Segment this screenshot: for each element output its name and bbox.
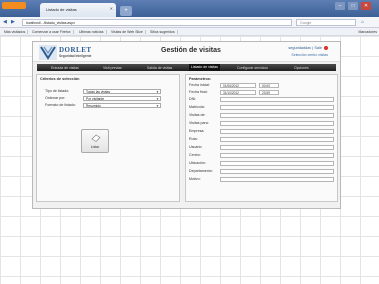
- dorlet-logo-icon: [39, 45, 57, 60]
- browser-tab[interactable]: Listado de visitas ✕: [40, 3, 116, 17]
- minimize-button[interactable]: –: [335, 2, 345, 10]
- tipo-listado-select[interactable]: Todas las visitas ▼: [83, 89, 161, 94]
- params-panel: Parámetros: Fecha inicial: 01/06/2012 00…: [185, 74, 338, 202]
- bookmark-item[interactable]: Más visitados: [2, 30, 29, 34]
- tipo-listado-label: Tipo de listado:: [45, 89, 70, 93]
- ordenar-label: Ordenar por:: [45, 96, 66, 100]
- ordenar-select[interactable]: Por visitante ▼: [83, 96, 161, 101]
- back-icon[interactable]: ◀: [3, 19, 7, 25]
- usuario-input[interactable]: [220, 145, 334, 150]
- motivo-label: Motivo:: [189, 177, 201, 181]
- address-bar: ◀ ▶ localhost/.../listado_visitas.aspx G…: [0, 17, 379, 28]
- main-menu: Entrada de visitas Visit previas Salida …: [37, 64, 336, 71]
- visitas-de-label: Visitas de:: [189, 113, 206, 117]
- chevron-down-icon: ▼: [156, 90, 159, 94]
- home-icon[interactable]: ⌂: [361, 19, 364, 25]
- ubicacion-label: Ubicación:: [189, 161, 206, 165]
- chevron-down-icon: ▼: [156, 97, 159, 101]
- formato-select[interactable]: Resumido ▼: [83, 103, 161, 108]
- motivo-input[interactable]: [220, 177, 334, 182]
- fecha-inicial-time-input[interactable]: 00:00: [259, 83, 279, 88]
- menu-salida-visitas[interactable]: Salida de visitas: [147, 66, 172, 70]
- menu-visit-previas[interactable]: Visit previas: [103, 66, 122, 70]
- eraser-icon: [91, 134, 101, 142]
- bookmark-item[interactable]: Sitios sugeridos: [148, 30, 178, 34]
- fecha-final-label: Fecha final:: [189, 90, 208, 94]
- matricula-input[interactable]: [220, 105, 334, 110]
- chevron-down-icon: ▼: [156, 104, 159, 108]
- formato-label: Formato de listado:: [45, 103, 76, 107]
- bookmark-item[interactable]: Comenzar a usar Firefox: [30, 30, 74, 34]
- bookmarks-menu[interactable]: Marcadores: [359, 30, 377, 34]
- fecha-inicial-date-input[interactable]: 01/06/2012: [220, 83, 256, 88]
- logout-link[interactable]: Salir: [314, 46, 322, 50]
- menu-configurar-servicios[interactable]: Configurar servicios: [237, 66, 268, 70]
- app-header: DORLET Seguridad Inteligente Gestión de …: [33, 42, 340, 62]
- dni-label: DNI:: [189, 97, 197, 101]
- fecha-final-time-input[interactable]: 23:59: [259, 90, 279, 95]
- page-content: DORLET Seguridad Inteligente Gestión de …: [0, 36, 379, 284]
- bookmark-item[interactable]: Visitas de Web Slice: [109, 30, 146, 34]
- departamento-label: Departamento:: [189, 169, 213, 173]
- bookmarks-bar: Más visitados Comenzar a usar Firefox Ul…: [0, 28, 379, 36]
- tab-strip: Listado de visitas ✕ + – □ ✕: [0, 0, 379, 17]
- visitas-para-input[interactable]: [220, 121, 334, 126]
- fecha-final-date-input[interactable]: 31/10/2012: [220, 90, 256, 95]
- fecha-inicial-label: Fecha inicial:: [189, 83, 210, 87]
- dni-input[interactable]: [220, 97, 334, 102]
- visitas-de-input[interactable]: [220, 113, 334, 118]
- logo-name: DORLET: [59, 46, 92, 54]
- select-center-link[interactable]: Selección centro visitas: [291, 53, 328, 57]
- departamento-input[interactable]: [220, 169, 334, 174]
- forward-icon[interactable]: ▶: [11, 19, 15, 25]
- new-tab-button[interactable]: +: [120, 6, 132, 16]
- params-title: Parámetros:: [189, 77, 212, 81]
- centro-label: Centro:: [189, 153, 201, 157]
- ruta-label: Ruta:: [189, 137, 198, 141]
- search-input[interactable]: Google: [296, 19, 356, 26]
- url-input[interactable]: localhost/.../listado_visitas.aspx: [22, 19, 292, 26]
- matricula-label: Matrícula:: [189, 105, 205, 109]
- criteria-title: Criterios de selección: [40, 77, 80, 81]
- empresa-label: Empresa:: [189, 129, 205, 133]
- close-tab-icon[interactable]: ✕: [110, 6, 113, 11]
- tipo-listado-value: Todas las visitas: [86, 90, 111, 94]
- criteria-panel: Criterios de selección Tipo de listado: …: [36, 74, 180, 202]
- firefox-menu-button[interactable]: [2, 2, 26, 9]
- username: seguridaddav: [288, 46, 312, 50]
- visitas-para-label: Visitas para:: [189, 121, 209, 125]
- centro-input[interactable]: [220, 153, 334, 158]
- maximize-button[interactable]: □: [348, 2, 358, 10]
- tab-title: Listado de visitas: [46, 7, 77, 12]
- ubicacion-input[interactable]: [220, 161, 334, 166]
- ruta-input[interactable]: [220, 137, 334, 142]
- menu-opciones[interactable]: Opciones: [294, 66, 309, 70]
- formato-value: Resumido: [86, 104, 101, 108]
- logout-icon[interactable]: [324, 46, 328, 50]
- listar-button[interactable]: Listar: [81, 129, 109, 153]
- ordenar-value: Por visitante: [86, 97, 105, 101]
- menu-listado-visitas[interactable]: Listado de visitas: [189, 64, 220, 71]
- browser-window: Listado de visitas ✕ + – □ ✕ ◀ ▶ localho…: [0, 0, 379, 284]
- listar-label: Listar: [90, 145, 100, 149]
- logo-tagline: Seguridad Inteligente: [59, 54, 92, 58]
- app-frame: DORLET Seguridad Inteligente Gestión de …: [32, 41, 341, 209]
- bookmark-item[interactable]: Ultimas noticias: [77, 30, 107, 34]
- usuario-label: Usuario:: [189, 145, 203, 149]
- close-window-button[interactable]: ✕: [361, 2, 371, 10]
- user-area: seguridaddav | Salir: [288, 46, 328, 50]
- page-title: Gestión de visitas: [161, 47, 221, 54]
- empresa-input[interactable]: [220, 129, 334, 134]
- menu-entrada-visitas[interactable]: Entrada de visitas: [51, 66, 79, 70]
